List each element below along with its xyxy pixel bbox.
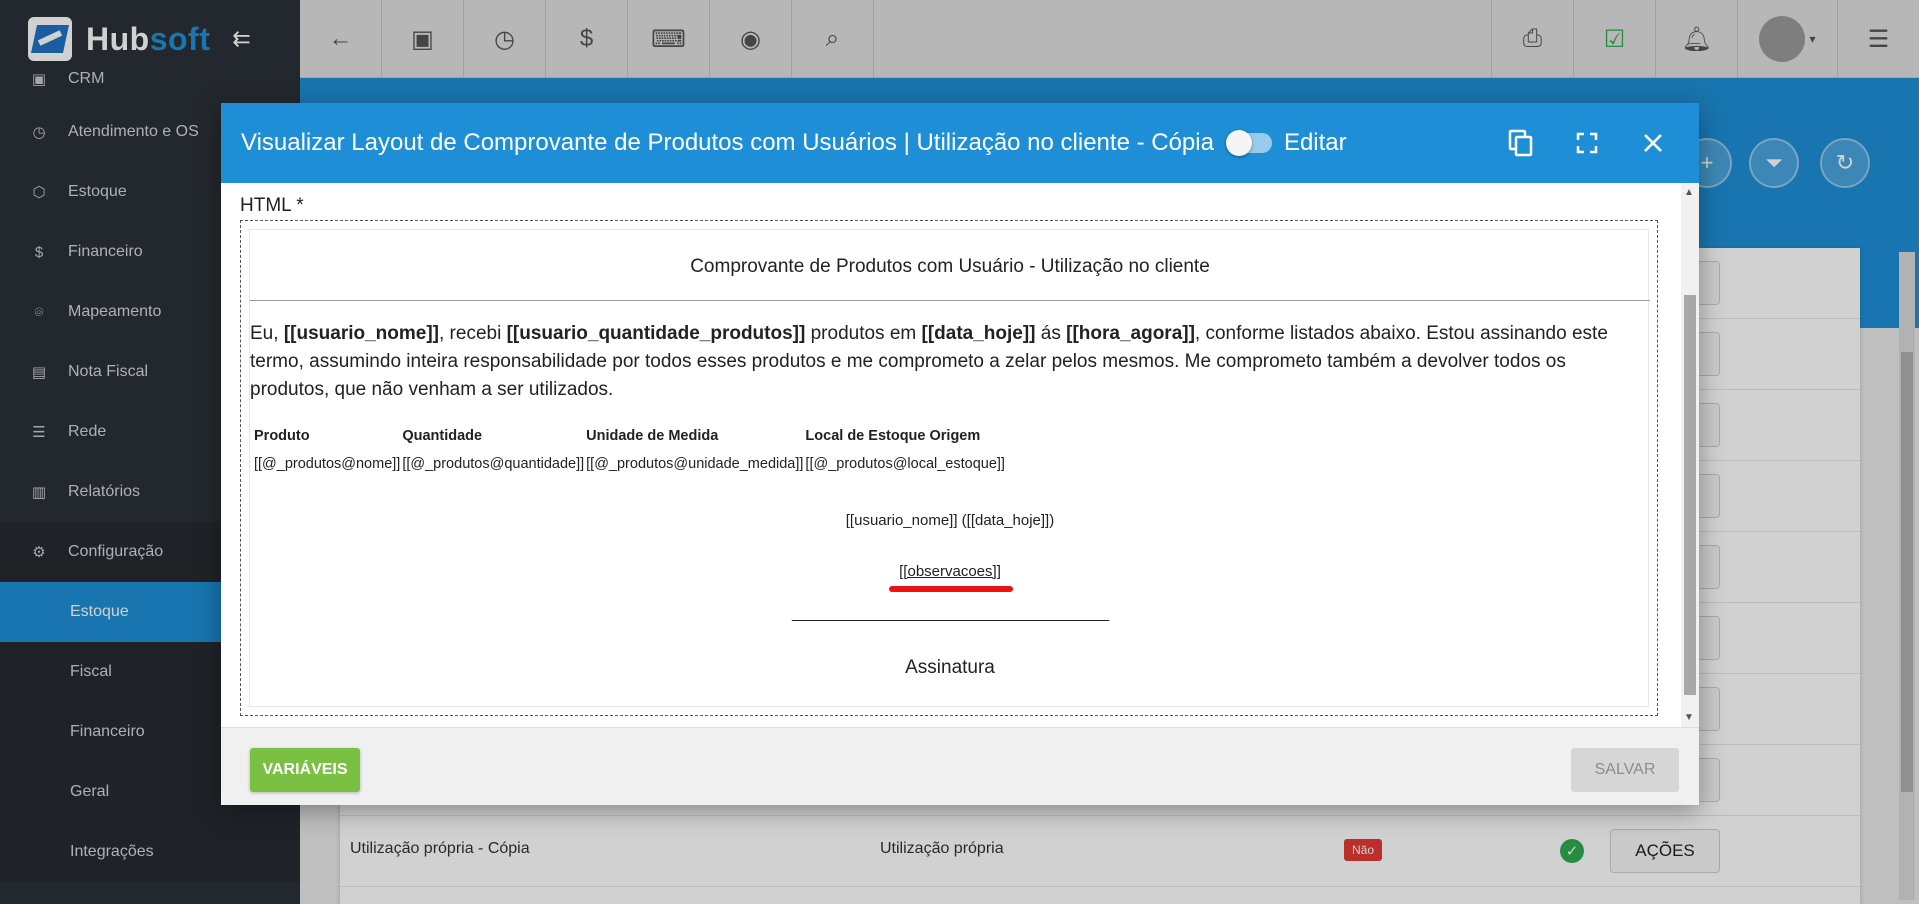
document-title: Comprovante de Produtos com Usuário - Ut… [690,256,1210,277]
close-icon[interactable] [1639,129,1667,157]
column-header: Local de Estoque Origem [805,428,981,444]
observacoes-line: [[observacoes]] [250,563,1650,580]
table-row: [[@_produtos@nome]] [[@_produtos@quantid… [254,456,1005,472]
modal-header: Visualizar Layout de Comprovante de Prod… [221,103,1699,183]
variable-quantidade: [[usuario_quantidade_produtos]] [506,323,806,344]
table-cell: [[@_produtos@local_estoque]] [805,456,1005,472]
edit-toggle-label: Editar [1283,129,1347,156]
column-header: Quantidade [402,428,483,444]
scroll-up-icon[interactable]: ▲ [1684,187,1694,198]
edit-toggle[interactable] [1225,130,1272,156]
html-editor[interactable]: Comprovante de Produtos com Usuário - Ut… [240,220,1658,716]
document-paragraph: Eu, [[usuario_nome]], recebi [[usuario_q… [250,323,1608,400]
html-field-label: HTML * [240,195,304,216]
divider [250,300,1650,301]
scroll-down-icon[interactable]: ▼ [1684,712,1694,723]
variable-usuario-nome: [[usuario_nome]] [283,323,439,344]
modal-body: HTML * Comprovante de Produtos com Usuár… [221,183,1699,727]
modal-footer: VARIÁVEIS SALVAR [221,727,1699,805]
modal-title: Visualizar Layout de Comprovante de Prod… [241,129,1214,156]
table-header-row: Produto Quantidade Unidade de Medida Loc… [254,428,1005,456]
save-button[interactable]: SALVAR [1571,748,1679,792]
signature-line: ________________________________________ [792,605,1109,622]
modal-scrollbar-thumb[interactable] [1684,295,1696,695]
table-cell: [[@_produtos@nome]] [254,456,401,472]
table-cell: [[@_produtos@unidade_medida]] [586,456,804,472]
variable-hora-agora: [[hora_agora]] [1066,323,1195,344]
products-table: Produto Quantidade Unidade de Medida Loc… [252,428,1007,472]
modal-scrollbar[interactable]: ▲ ▼ [1681,183,1699,727]
toggle-knob [1225,130,1252,156]
highlight-underline [889,586,1013,592]
column-header: Unidade de Medida [586,428,719,444]
signature-label: Assinatura [905,657,995,678]
modal-header-actions [1507,129,1679,157]
fullscreen-icon[interactable] [1573,129,1601,157]
layout-preview-modal: Visualizar Layout de Comprovante de Prod… [221,103,1699,805]
document-preview: Comprovante de Produtos com Usuário - Ut… [249,229,1650,707]
variable-observacoes: [[observacoes]] [899,563,1001,580]
copy-icon[interactable] [1507,129,1535,157]
variable-data-hoje: [[data_hoje]] [921,323,1036,344]
table-cell: [[@_produtos@quantidade]] [402,456,585,472]
variables-button[interactable]: VARIÁVEIS [250,748,360,792]
column-header: Produto [254,428,310,444]
signature-name: [[usuario_nome]] ([[data_hoje]]) [845,512,1055,529]
